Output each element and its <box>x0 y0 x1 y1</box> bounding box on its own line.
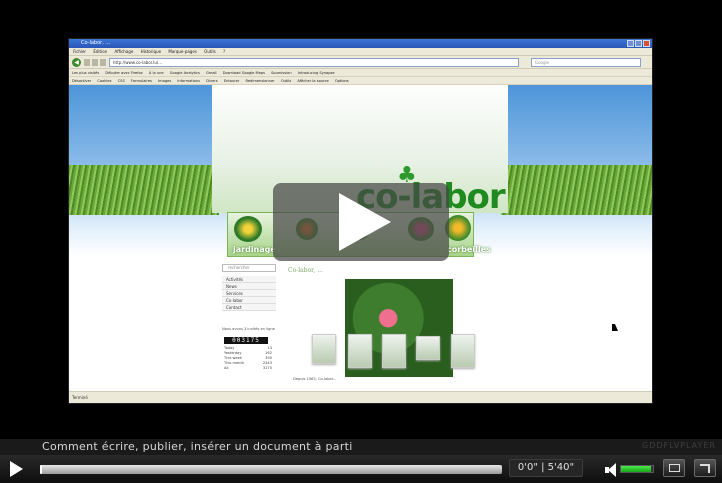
bookmark-item: Débuter avec Firefox <box>105 71 143 75</box>
browser-menubar: Fichier Édition Affichage Historique Mar… <box>69 48 652 56</box>
site-nav-item: jardinage <box>233 245 276 254</box>
online-text: Nous avons 3 invités en ligne <box>222 327 275 331</box>
devtool-item: Entourer <box>223 79 240 83</box>
browser-title: Co-labor, ... <box>81 40 111 46</box>
developer-toolbar: Désactiver Cookies CSS Formulaires Image… <box>69 77 652 85</box>
forward-icon <box>84 59 90 66</box>
bookmark-item: Download Google Maps <box>222 71 265 75</box>
site-menu: Activités News Services Co-labor Contact <box>222 276 276 311</box>
home-icon <box>100 59 106 66</box>
devtool-item: Informations <box>177 79 201 83</box>
menu-tools: Outils <box>204 49 216 54</box>
visit-stats: Today 13 Yesterday 162 This week 390 This m… <box>224 346 272 371</box>
browser-search-field: Google <box>531 58 641 67</box>
time-display: 0'0" | 5'40" <box>509 459 583 477</box>
bookmark-item: Les plus visités <box>72 71 100 75</box>
bookmark-item: Google Analytics <box>169 71 200 75</box>
grass-right <box>501 165 652 215</box>
minimize-icon <box>627 40 634 47</box>
bookmark-item: Introducing Synapse <box>297 71 335 75</box>
bookmarks-bar: Les plus visités Débuter avec Firefox À … <box>69 69 652 77</box>
browser-navbar: ◀ http://www.co-labor.lu/... Google <box>69 56 652 69</box>
volume-icon[interactable] <box>605 463 616 477</box>
volume-slider[interactable] <box>620 465 654 473</box>
stat-row: All 3175 <box>224 366 272 370</box>
volume-level <box>621 466 651 472</box>
big-play-button[interactable] <box>273 183 449 261</box>
fullscreen-icon <box>700 464 710 473</box>
control-bar: 0'0" | 5'40" <box>0 455 722 483</box>
seek-progress <box>40 465 42 474</box>
gallery-thumbnail <box>416 336 440 360</box>
devtool-item: CSS <box>117 79 125 83</box>
seek-bar[interactable] <box>40 465 502 474</box>
devtool-item: Afficher la source <box>297 79 329 83</box>
site-menu-item: Activités <box>222 276 276 283</box>
mouse-cursor-icon <box>612 324 618 331</box>
devtool-item: Redimensionner <box>245 79 275 83</box>
bookmark-item: À la une <box>148 71 164 75</box>
menu-help: ? <box>223 49 226 54</box>
close-icon <box>643 40 650 47</box>
devtool-item: Désactiver <box>72 79 92 83</box>
caption-bar: Comment écrire, publier, insérer un docu… <box>0 439 722 455</box>
player-brand: GDDFLVPLAYER <box>642 441 716 450</box>
menu-history: Historique <box>140 49 162 54</box>
nav-image <box>234 216 262 242</box>
url-field: http://www.co-labor.lu/... <box>109 58 519 67</box>
devtool-item: Options <box>334 79 349 83</box>
devtool-item: Divers <box>206 79 218 83</box>
devtool-item: Formulaires <box>130 79 152 83</box>
video-player: Co-labor, ... Fichier Édition Affichage … <box>0 0 722 483</box>
site-menu-item: News <box>222 283 276 290</box>
grass-left <box>69 165 219 215</box>
quality-button[interactable] <box>663 459 685 477</box>
screen-icon <box>669 464 680 472</box>
bookmark-item: Soumission <box>271 71 292 75</box>
play-icon <box>339 193 391 251</box>
site-menu-item: Co-labor <box>222 297 276 304</box>
fullscreen-button[interactable] <box>694 459 716 477</box>
browser-statusbar: Terminé <box>69 391 652 403</box>
video-title: Comment écrire, publier, insérer un docu… <box>42 440 353 453</box>
devtool-item: Outils <box>280 79 292 83</box>
article-description: Depuis 1983, Co-labor... <box>293 377 337 381</box>
devtool-item: Images <box>158 79 172 83</box>
gallery-thumbnail <box>348 334 372 368</box>
gallery-thumbnail <box>312 334 336 364</box>
gallery-thumbnail <box>451 334 475 368</box>
site-content: Co-labor, ... <box>278 257 503 391</box>
back-icon: ◀ <box>72 58 81 67</box>
menu-view: Affichage <box>114 49 134 54</box>
maximize-icon <box>635 40 642 47</box>
menu-edit: Édition <box>93 49 108 54</box>
site-search-input: rechercher <box>222 264 276 272</box>
bookmark-item: Gmail <box>206 71 217 75</box>
menu-file: Fichier <box>73 49 87 54</box>
site-menu-item: Contact <box>222 304 276 311</box>
site-nav-item: corbeilles <box>447 245 491 254</box>
site-menu-item: Services <box>222 290 276 297</box>
play-icon[interactable] <box>10 461 23 477</box>
site-sidebar: rechercher Activités News Services Co-la… <box>220 257 278 391</box>
reload-icon <box>92 59 98 66</box>
article-title: Co-labor, ... <box>288 267 323 274</box>
menu-bookmarks: Marque-pages <box>168 49 197 54</box>
visit-counter: 003175 <box>224 337 268 344</box>
gallery-thumbnail <box>382 334 406 368</box>
devtool-item: Cookies <box>97 79 112 83</box>
browser-titlebar: Co-labor, ... <box>69 39 652 48</box>
